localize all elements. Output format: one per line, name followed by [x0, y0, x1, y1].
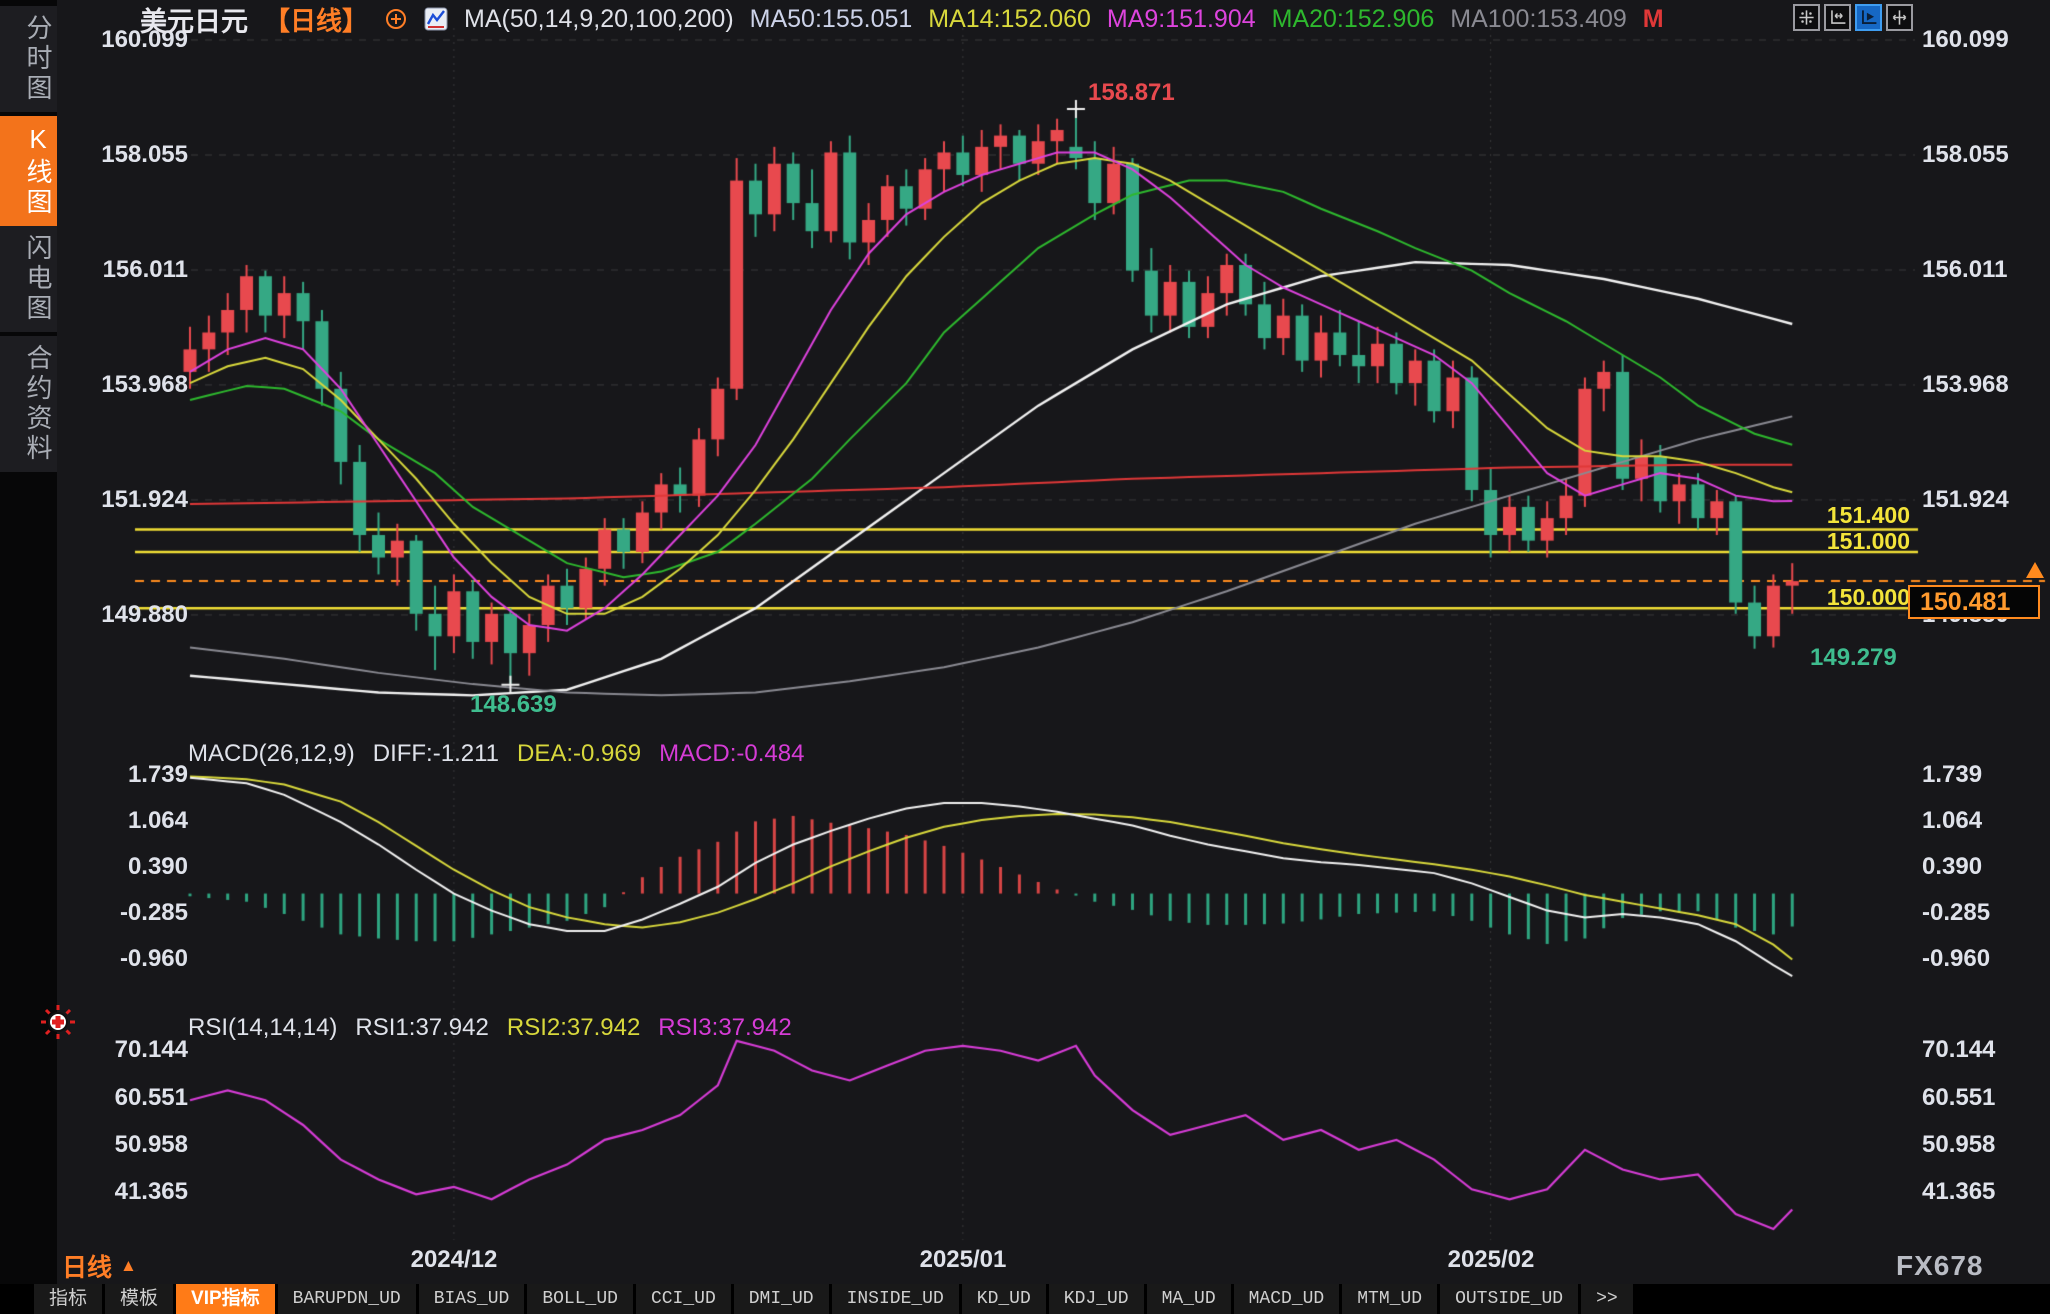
macd-tick: 0.390 — [1922, 854, 2042, 880]
tab-mtm-ud[interactable]: MTM_UD — [1342, 1284, 1437, 1314]
sidebar-item-lightning-chart[interactable]: 闪电图 — [0, 226, 57, 332]
level-label-150000: 150.000 — [1760, 584, 1910, 611]
ma9-value: MA9:151.904 — [1107, 5, 1256, 34]
price-tick: 151.924 — [1922, 487, 2042, 513]
tab-boll-ud[interactable]: BOLL_UD — [527, 1284, 633, 1314]
chart-type-icon[interactable] — [424, 7, 448, 31]
macd-tick: 1.064 — [1922, 808, 2042, 834]
price-tick: 149.880 — [70, 602, 188, 628]
date-label: 2024/12 — [374, 1246, 534, 1274]
rsi-tick: 60.551 — [70, 1085, 188, 1111]
sidebar-item-contract-info[interactable]: 合约资料 — [0, 336, 57, 472]
tab-dmi-ud[interactable]: DMI_UD — [734, 1284, 829, 1314]
tabbar-spacer — [0, 1284, 34, 1314]
tab-bias-ud[interactable]: BIAS_UD — [419, 1284, 525, 1314]
macd-tick: -0.960 — [1922, 946, 2042, 972]
recent-low-label: 149.279 — [1810, 645, 1960, 671]
left-sidebar: 分时图 K线图 闪电图 合约资料 — [0, 0, 57, 1284]
date-label: 2025/02 — [1411, 1246, 1571, 1274]
rsi-pane-header: RSI(14,14,14) RSI1:37.942 RSI2:37.942 RS… — [188, 1014, 792, 1042]
macd-tick: 1.739 — [1922, 762, 2042, 788]
tab-vip-indicator[interactable]: VIP指标 — [176, 1284, 275, 1314]
price-tick: 156.011 — [70, 257, 188, 283]
price-tick: 158.055 — [70, 142, 188, 168]
tab-more[interactable]: >> — [1581, 1284, 1633, 1314]
axis-scale-button[interactable] — [1824, 4, 1851, 31]
ma20-value: MA20:152.906 — [1272, 5, 1435, 34]
chart-header: 美元日元 【日线】 MA(50,14,9,20,100,200) MA50:15… — [140, 3, 1664, 35]
ma50-value: MA50:155.051 — [750, 5, 913, 34]
rsi-tick: 50.958 — [70, 1132, 188, 1158]
tab-outside-ud[interactable]: OUTSIDE_UD — [1440, 1284, 1578, 1314]
tab-kd-ud[interactable]: KD_UD — [962, 1284, 1046, 1314]
shift-axis-button[interactable] — [1886, 4, 1913, 31]
circle-plus-icon[interactable] — [384, 7, 408, 31]
price-tick: 151.924 — [70, 487, 188, 513]
auto-scale-button[interactable] — [1855, 4, 1882, 31]
rsi-tick: 60.551 — [1922, 1085, 2042, 1111]
tab-inside-ud[interactable]: INSIDE_UD — [832, 1284, 959, 1314]
period-tag: 【日线】 — [264, 1, 368, 38]
macd-tick: -0.960 — [70, 946, 188, 972]
sidebar-item-candlestick-chart[interactable]: K线图 — [0, 116, 57, 226]
price-tick: 158.055 — [1922, 142, 2042, 168]
price-tick: 153.968 — [70, 372, 188, 398]
rsi-tick: 70.144 — [70, 1037, 188, 1063]
rsi-tick: 41.365 — [70, 1179, 188, 1205]
price-up-arrow-icon — [2026, 562, 2044, 578]
ma14-value: MA14:152.060 — [928, 5, 1091, 34]
tab-macd-ud[interactable]: MACD_UD — [1234, 1284, 1340, 1314]
period-selector[interactable]: 日线 ▲ — [62, 1248, 137, 1284]
ma200-value-truncated: M — [1643, 5, 1664, 34]
ma-settings-label: MA(50,14,9,20,100,200) — [464, 5, 734, 34]
rsi-title: RSI(14,14,14) — [188, 1014, 337, 1042]
chart-canvas[interactable] — [0, 0, 2050, 1314]
macd-title: MACD(26,12,9) — [188, 740, 355, 768]
macd-tick: -0.285 — [70, 900, 188, 926]
tab-kdj-ud[interactable]: KDJ_UD — [1049, 1284, 1144, 1314]
fx678-watermark: FX678 — [1896, 1250, 1984, 1282]
price-tick: 156.011 — [1922, 257, 2042, 283]
price-tick: 160.099 — [1922, 27, 2042, 53]
rsi3-value: RSI3:37.942 — [658, 1014, 791, 1042]
period-label: 日线 — [62, 1248, 112, 1284]
rsi-tick: 41.365 — [1922, 1179, 2042, 1205]
macd-value: MACD:-0.484 — [659, 740, 804, 768]
rsi2-value: RSI2:37.942 — [507, 1014, 640, 1042]
rsi-tick: 50.958 — [1922, 1132, 2042, 1158]
symbol-title: 美元日元 — [140, 0, 248, 39]
level-label-151400: 151.400 — [1760, 502, 1910, 529]
target-icon[interactable] — [39, 1003, 77, 1041]
rsi1-value: RSI1:37.942 — [355, 1014, 488, 1042]
macd-tick: 0.390 — [70, 854, 188, 880]
swing-low-label: 148.639 — [470, 692, 620, 718]
tab-cci-ud[interactable]: CCI_UD — [636, 1284, 731, 1314]
date-label: 2025/01 — [883, 1246, 1043, 1274]
period-arrow-icon: ▲ — [120, 1256, 137, 1276]
tab-indicator[interactable]: 指标 — [34, 1284, 102, 1314]
last-price-box: 150.481 — [1908, 585, 2040, 619]
macd-tick: 1.739 — [70, 762, 188, 788]
tab-template[interactable]: 模板 — [105, 1284, 173, 1314]
macd-tick: -0.285 — [1922, 900, 2042, 926]
macd-diff-value: DIFF:-1.211 — [373, 740, 499, 768]
indicator-tab-bar: 指标 模板 VIP指标 BARUPDN_UD BIAS_UD BOLL_UD C… — [0, 1284, 2050, 1314]
pan-crosshair-button[interactable] — [1793, 4, 1820, 31]
rsi-tick: 70.144 — [1922, 1037, 2042, 1063]
chart-toolbar — [1793, 4, 1913, 31]
tab-ma-ud[interactable]: MA_UD — [1147, 1284, 1231, 1314]
tab-barupdn-ud[interactable]: BARUPDN_UD — [278, 1284, 416, 1314]
swing-high-label: 158.871 — [1088, 80, 1238, 106]
sidebar-item-timeshare-chart[interactable]: 分时图 — [0, 6, 57, 112]
macd-pane-header: MACD(26,12,9) DIFF:-1.211 DEA:-0.969 MAC… — [188, 740, 804, 768]
ma100-value: MA100:153.409 — [1450, 5, 1627, 34]
macd-dea-value: DEA:-0.969 — [517, 740, 641, 768]
level-label-151000: 151.000 — [1760, 528, 1910, 555]
macd-tick: 1.064 — [70, 808, 188, 834]
price-tick: 153.968 — [1922, 372, 2042, 398]
